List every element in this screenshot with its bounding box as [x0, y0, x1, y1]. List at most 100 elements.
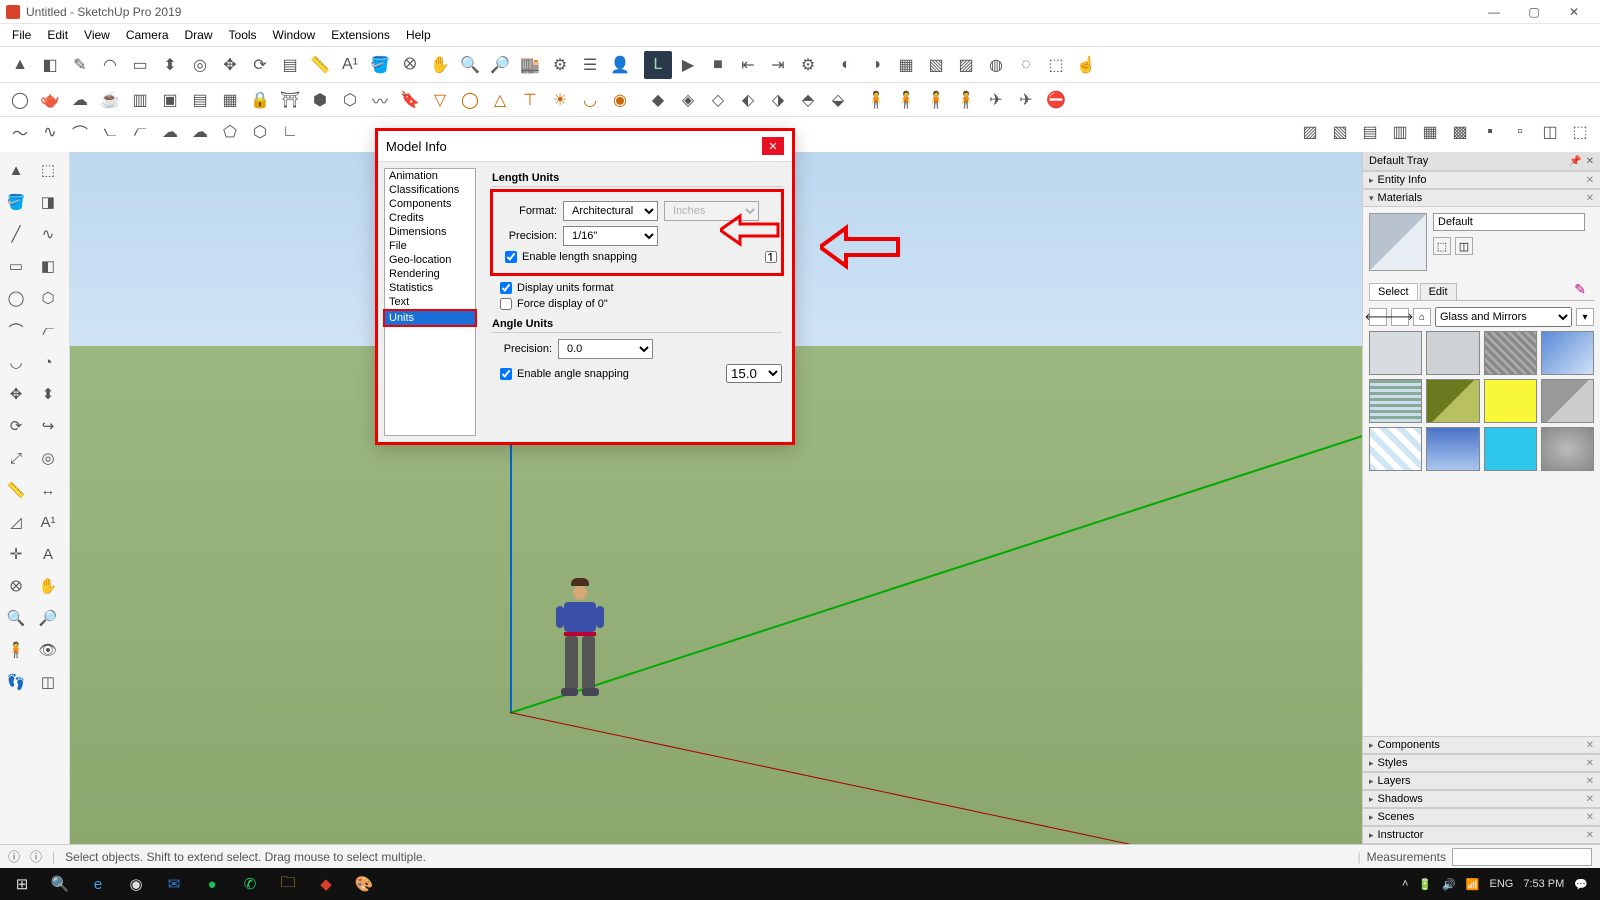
tray-pin-icon[interactable]: 📌 [1569, 156, 1581, 167]
pencil-icon[interactable]: ✎ [66, 51, 94, 79]
hatch5-icon[interactable]: ▦ [1416, 118, 1444, 146]
curve2-icon[interactable]: ∿ [36, 118, 64, 146]
menu-tools[interactable]: Tools [223, 26, 263, 44]
battery-icon[interactable]: 🔋 [1418, 878, 1432, 891]
vray3-icon[interactable]: ◇ [704, 86, 732, 114]
shape3-icon[interactable]: △ [486, 86, 514, 114]
render5-icon[interactable]: ▨ [952, 51, 980, 79]
render9-icon[interactable]: ☝ [1072, 51, 1100, 79]
freehand-icon[interactable]: ∿ [34, 220, 62, 248]
section2-icon[interactable]: ▤ [186, 86, 214, 114]
section-icon[interactable]: ▣ [156, 86, 184, 114]
material-library-select[interactable]: Glass and Mirrors [1435, 307, 1572, 327]
solid1-icon[interactable]: ◯ [6, 86, 34, 114]
tab-select[interactable]: Select [1369, 283, 1418, 300]
material-swatch[interactable] [1541, 379, 1594, 423]
eyedropper-icon[interactable]: ✎ [1566, 279, 1594, 300]
panel-entity-info[interactable]: Entity Info✕ [1363, 171, 1600, 189]
shape7-icon[interactable]: ◉ [606, 86, 634, 114]
shape5-icon[interactable]: ☀ [546, 86, 574, 114]
panel-instructor[interactable]: Instructor✕ [1363, 826, 1600, 844]
material-swatch[interactable] [1426, 331, 1479, 375]
plane1-icon[interactable]: ✈ [982, 86, 1010, 114]
render4-icon[interactable]: ▧ [922, 51, 950, 79]
eraser-icon[interactable]: ◧ [36, 51, 64, 79]
followme-icon[interactable]: ↪ [34, 412, 62, 440]
paint-icon[interactable]: 🪣 [366, 51, 394, 79]
signin-icon[interactable]: 👤 [606, 51, 634, 79]
tape2-icon[interactable]: 📏 [2, 476, 30, 504]
render6-icon[interactable]: ◍ [982, 51, 1010, 79]
sketchup-task-icon[interactable]: ◆ [308, 869, 344, 899]
pie-icon[interactable]: ◔ [34, 348, 62, 376]
vray1-icon[interactable]: ◆ [644, 86, 672, 114]
close-button[interactable]: ✕ [1554, 1, 1594, 23]
scale-icon[interactable]: ▤ [276, 51, 304, 79]
dimension-icon[interactable]: ↔ [34, 476, 62, 504]
text-icon[interactable]: A¹ [336, 51, 364, 79]
move-icon[interactable]: ✥ [216, 51, 244, 79]
orbit2-icon[interactable]: ⭙ [2, 572, 30, 600]
minimize-button[interactable]: — [1474, 1, 1514, 23]
extension-icon[interactable]: ⚙ [546, 51, 574, 79]
orbit-icon[interactable]: ⭙ [396, 51, 424, 79]
paint2-icon[interactable]: 🪣 [2, 188, 30, 216]
curve5-icon[interactable]: ⦧ [126, 118, 154, 146]
cat-classifications[interactable]: Classifications [385, 183, 475, 197]
material-swatch[interactable] [1541, 427, 1594, 471]
noentry-icon[interactable]: ⛔ [1042, 86, 1070, 114]
person3-icon[interactable]: 🧍 [922, 86, 950, 114]
hatch2-icon[interactable]: ▧ [1326, 118, 1354, 146]
curve7-icon[interactable]: ☁ [186, 118, 214, 146]
shape6-icon[interactable]: ◡ [576, 86, 604, 114]
scene-prev-icon[interactable]: ⇤ [734, 51, 762, 79]
arc-icon[interactable]: ◠ [96, 51, 124, 79]
render8-icon[interactable]: ⬚ [1042, 51, 1070, 79]
zoom2-icon[interactable]: 🔍 [2, 604, 30, 632]
solid4-icon[interactable]: ☕ [96, 86, 124, 114]
walk-icon[interactable]: 👣 [2, 668, 30, 696]
render3-icon[interactable]: ▦ [892, 51, 920, 79]
pan-icon[interactable]: ✋ [426, 51, 454, 79]
solid3-icon[interactable]: ☁ [66, 86, 94, 114]
select-tool-icon[interactable]: ▲ [6, 51, 34, 79]
menu-edit[interactable]: Edit [41, 26, 74, 44]
material-swatch[interactable] [1426, 427, 1479, 471]
material-swatch[interactable] [1426, 379, 1479, 423]
hatch9-icon[interactable]: ◫ [1536, 118, 1564, 146]
nav-menu-icon[interactable]: ▾ [1576, 308, 1594, 326]
panel-materials[interactable]: Materials✕ [1363, 189, 1600, 207]
hatch7-icon[interactable]: ▪ [1476, 118, 1504, 146]
angle-icon[interactable]: ∟ [276, 118, 304, 146]
plane2-icon[interactable]: ✈ [1012, 86, 1040, 114]
angle-precision-select[interactable]: 0.0 [558, 339, 653, 359]
close-icon[interactable]: ✕ [1586, 193, 1594, 204]
panel-styles[interactable]: Styles✕ [1363, 754, 1600, 772]
panel-layers[interactable]: Layers✕ [1363, 772, 1600, 790]
offset-icon[interactable]: ◎ [186, 51, 214, 79]
cat-geolocation[interactable]: Geo-location [385, 253, 475, 267]
tray-chevron-icon[interactable]: ˄ [1402, 878, 1408, 890]
zoomwin-icon[interactable]: 🔎 [34, 604, 62, 632]
close-icon[interactable]: ✕ [1586, 758, 1594, 769]
rotrect-icon[interactable]: ◧ [34, 252, 62, 280]
person4-icon[interactable]: 🧍 [952, 86, 980, 114]
cat-animation[interactable]: Animation [385, 169, 475, 183]
circle-icon[interactable]: ◯ [2, 284, 30, 312]
nav-home-icon[interactable]: ⌂ [1413, 308, 1431, 326]
maximize-button[interactable]: ▢ [1514, 1, 1554, 23]
panel-shadows[interactable]: Shadows✕ [1363, 790, 1600, 808]
hatch6-icon[interactable]: ▩ [1446, 118, 1474, 146]
cat-file[interactable]: File [385, 239, 475, 253]
text2-icon[interactable]: A¹ [34, 508, 62, 536]
rotate2-icon[interactable]: ⟳ [2, 412, 30, 440]
panel-scenes[interactable]: Scenes✕ [1363, 808, 1600, 826]
section4-icon[interactable]: ◫ [34, 668, 62, 696]
offset2-icon[interactable]: ◎ [34, 444, 62, 472]
material-swatch[interactable] [1484, 427, 1537, 471]
shape2-icon[interactable]: ◯ [456, 86, 484, 114]
curve1-icon[interactable]: 〜 [6, 118, 34, 146]
tab-edit[interactable]: Edit [1420, 283, 1457, 300]
menu-draw[interactable]: Draw [179, 26, 219, 44]
pan2-icon[interactable]: ✋ [34, 572, 62, 600]
